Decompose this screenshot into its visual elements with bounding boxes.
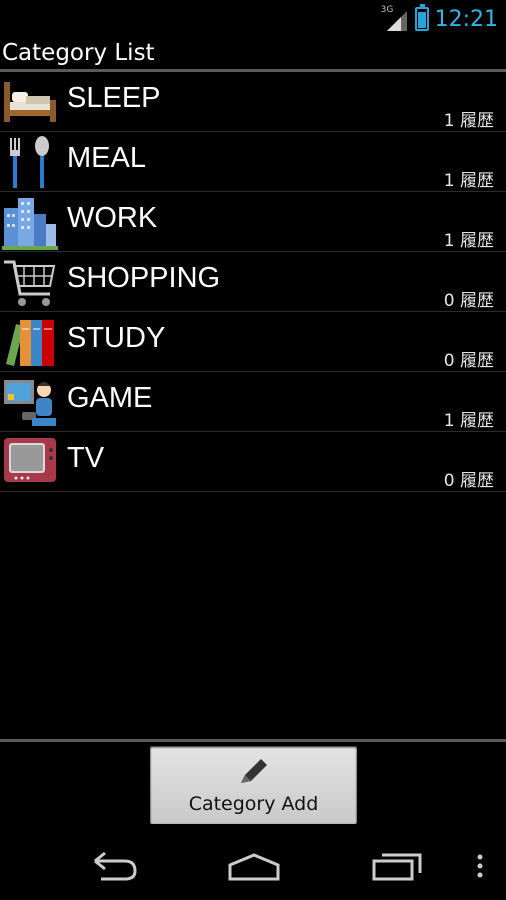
books-icon <box>2 314 58 370</box>
battery-icon <box>414 4 429 31</box>
category-row-game[interactable]: GAME 1 履歴 <box>0 372 506 432</box>
home-button[interactable] <box>226 846 282 890</box>
category-name: WORK <box>67 202 158 234</box>
category-row-sleep[interactable]: SLEEP 1 履歴 <box>0 72 506 132</box>
page-title: Category List <box>2 40 155 66</box>
history-count: 1 履歴 <box>443 411 494 431</box>
category-row-meal[interactable]: MEAL 1 履歴 <box>0 132 506 192</box>
shopping-cart-icon <box>2 254 58 310</box>
status-icons: 3G 12:21 <box>381 4 498 34</box>
bed-icon <box>2 74 58 130</box>
category-list: SLEEP 1 履歴 MEAL 1 履歴 WORK 1 履歴 SHOPPING … <box>0 72 506 492</box>
overflow-menu-button[interactable] <box>470 846 490 890</box>
category-add-label: Category Add <box>188 793 319 815</box>
category-row-shopping[interactable]: SHOPPING 0 履歴 <box>0 252 506 312</box>
fork-spoon-icon <box>2 134 58 190</box>
category-name: SHOPPING <box>67 262 221 294</box>
history-count: 0 履歴 <box>443 351 494 371</box>
category-row-tv[interactable]: TV 0 履歴 <box>0 432 506 492</box>
category-row-work[interactable]: WORK 1 履歴 <box>0 192 506 252</box>
home-icon <box>226 851 282 885</box>
history-count: 1 履歴 <box>443 111 494 131</box>
history-count: 1 履歴 <box>443 231 494 251</box>
history-count: 0 履歴 <box>443 471 494 491</box>
signal-icon: 3G <box>381 5 409 33</box>
title-bar: Category List <box>0 38 506 70</box>
television-icon <box>2 434 58 490</box>
category-name: TV <box>67 442 105 474</box>
navigation-bar <box>0 834 506 900</box>
back-button[interactable] <box>86 846 142 890</box>
office-building-icon <box>2 194 58 250</box>
category-add-button[interactable]: Category Add <box>150 746 357 824</box>
status-bar: 3G 12:21 <box>0 0 506 38</box>
back-icon <box>89 851 139 885</box>
overflow-menu-icon <box>476 854 484 882</box>
category-name: STUDY <box>67 322 166 354</box>
bottom-divider <box>0 739 506 742</box>
category-name: SLEEP <box>67 82 161 114</box>
category-row-study[interactable]: STUDY 0 履歴 <box>0 312 506 372</box>
game-player-icon <box>2 374 58 430</box>
category-name: GAME <box>67 382 153 414</box>
network-type-label: 3G <box>380 5 394 15</box>
recent-apps-icon <box>370 851 422 885</box>
clock: 12:21 <box>434 6 498 32</box>
pencil-icon <box>237 755 271 791</box>
history-count: 0 履歴 <box>443 291 494 311</box>
category-name: MEAL <box>67 142 146 174</box>
recent-apps-button[interactable] <box>368 846 424 890</box>
history-count: 1 履歴 <box>443 171 494 191</box>
